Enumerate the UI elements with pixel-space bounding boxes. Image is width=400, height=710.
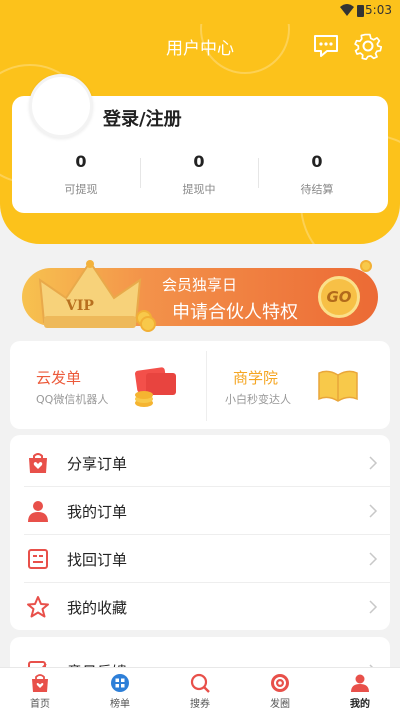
vip-partner-banner[interactable]: VIP 会员独享日 申请合伙人特权 GO: [22, 258, 378, 334]
profile-icon: [351, 674, 369, 692]
chevron-right-icon: [369, 600, 378, 614]
status-bar: 5:03: [0, 0, 400, 24]
stat-label: 提现中: [182, 183, 216, 196]
shopping-bag-heart-icon: [29, 453, 47, 473]
tools-card: 云发单 QQ微信机器人 商学院 小白秒变达人: [10, 341, 390, 429]
menu-label: 我的收藏: [67, 599, 128, 617]
settings-button[interactable]: [354, 32, 383, 61]
menu-item-share-orders[interactable]: 分享订单: [10, 439, 390, 486]
stat-withdrawable[interactable]: 0 可提现: [22, 152, 140, 197]
stat-value: 0: [75, 152, 87, 171]
home-bag-icon: [32, 674, 48, 692]
business-school-tool[interactable]: 商学院 小白秒变达人: [207, 341, 390, 429]
page-title: 用户中心: [166, 39, 234, 59]
stat-pending[interactable]: 0 待结算: [258, 152, 376, 197]
tab-label: 发圈: [270, 699, 290, 710]
stat-label: 待结算: [300, 183, 334, 196]
status-time: 5:03: [365, 3, 392, 17]
tab-ranking[interactable]: 榜单: [80, 668, 160, 710]
battery-icon: [357, 5, 364, 17]
cloud-order-tool[interactable]: 云发单 QQ微信机器人: [10, 341, 206, 429]
menu-label: 我的订单: [67, 503, 128, 521]
message-icon: [314, 35, 338, 57]
coin-icon: [140, 316, 156, 332]
message-button[interactable]: [313, 34, 339, 58]
banner-line-1: 会员独享日: [162, 276, 238, 294]
wifi-icon: [340, 4, 354, 16]
star-icon: [27, 596, 49, 618]
stat-withdrawing[interactable]: 0 提现中: [140, 152, 258, 197]
go-button[interactable]: GO: [318, 276, 360, 318]
ranking-icon: [111, 674, 129, 692]
stat-label: 可提现: [64, 183, 98, 196]
person-icon: [28, 501, 48, 522]
menu-item-my-favorites[interactable]: 我的收藏: [10, 583, 390, 630]
menu-label: 找回订单: [67, 551, 128, 569]
bottom-tab-bar: 首页 榜单 搜券 发圈 我的: [0, 667, 400, 710]
tab-label: 搜券: [190, 699, 210, 710]
menu-item-retrieve-orders[interactable]: 找回订单: [10, 535, 390, 582]
tab-mine[interactable]: 我的: [320, 668, 400, 710]
circle-share-icon: [271, 674, 289, 692]
tab-label: 榜单: [110, 699, 130, 710]
tab-search-coupons[interactable]: 搜券: [160, 668, 240, 710]
menu-label: 分享订单: [67, 455, 128, 473]
login-register-link[interactable]: 登录/注册: [103, 105, 182, 131]
red-envelope-icon: [135, 367, 176, 407]
tab-label: 我的: [350, 699, 370, 710]
chevron-right-icon: [369, 552, 378, 566]
tab-share-circle[interactable]: 发圈: [240, 668, 320, 710]
banner-line-2: 申请合伙人特权: [172, 302, 298, 323]
user-card: 登录/注册 0 可提现 0 提现中 0 待结算: [12, 74, 388, 213]
tool-title: 云发单: [36, 369, 82, 387]
search-coupon-icon: [190, 673, 210, 693]
coin-icon: [360, 260, 372, 272]
tool-subtitle: 小白秒变达人: [225, 393, 291, 406]
menu-list: 分享订单 我的订单 找回订单 我的收藏: [10, 435, 390, 630]
tool-subtitle: QQ微信机器人: [36, 393, 109, 406]
book-icon: [318, 370, 358, 402]
gear-icon: [354, 33, 383, 61]
tab-label: 首页: [30, 699, 50, 710]
crown-icon: [38, 260, 142, 328]
tool-title: 商学院: [233, 369, 279, 387]
chevron-right-icon: [369, 504, 378, 518]
menu-item-my-orders[interactable]: 我的订单: [10, 487, 390, 534]
vip-badge-text: VIP: [66, 298, 94, 314]
tab-home[interactable]: 首页: [0, 668, 80, 710]
avatar[interactable]: [29, 74, 93, 138]
chevron-right-icon: [369, 456, 378, 470]
list-document-icon: [28, 549, 48, 569]
stat-value: 0: [193, 152, 205, 171]
stat-value: 0: [311, 152, 323, 171]
